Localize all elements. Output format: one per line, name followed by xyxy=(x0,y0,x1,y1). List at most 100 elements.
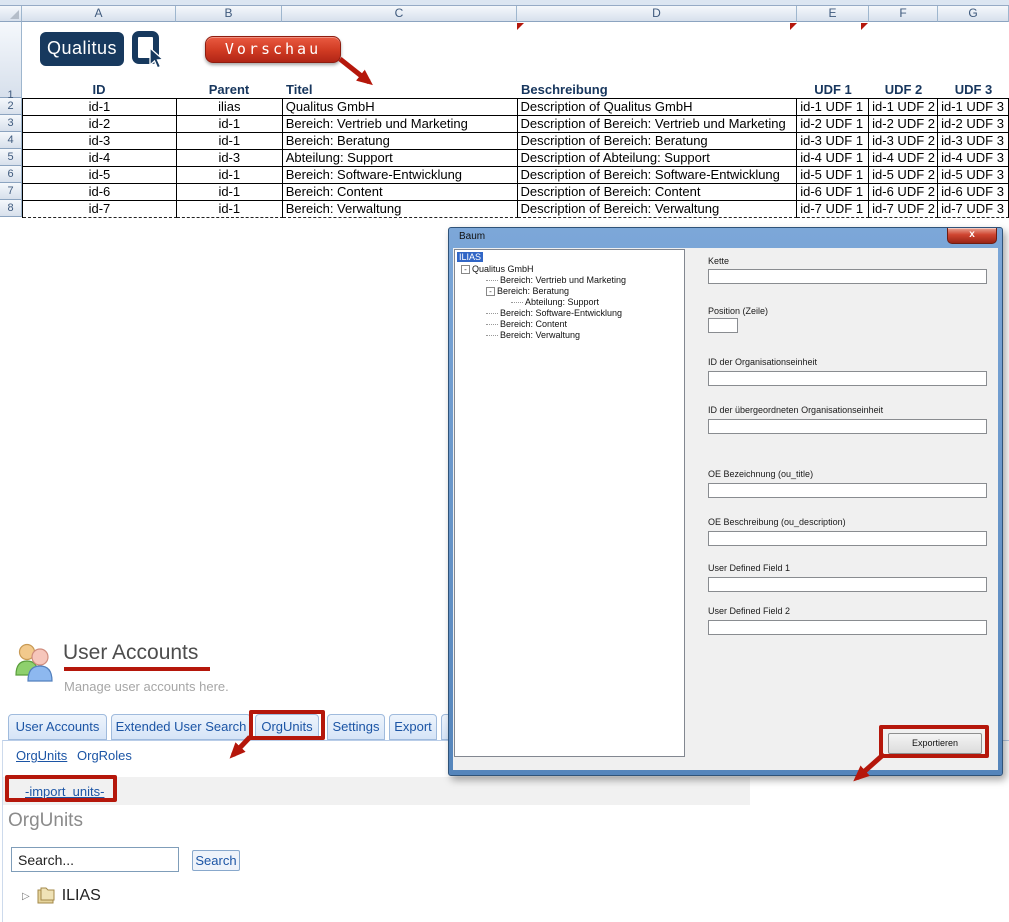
field-input[interactable] xyxy=(708,620,987,635)
table-cell[interactable]: id-7 UDF 3 xyxy=(938,201,1009,218)
table-cell[interactable]: id-2 UDF 1 xyxy=(797,116,869,133)
row-header-3[interactable]: 3 xyxy=(0,115,22,132)
row-header-7[interactable]: 7 xyxy=(0,183,22,200)
org-tree-node[interactable]: -Bereich: Beratung xyxy=(455,286,684,297)
table-cell[interactable]: id-4 UDF 3 xyxy=(938,150,1009,167)
import-units-link[interactable]: -import_units- xyxy=(25,784,104,799)
org-tree-node[interactable]: -Qualitus GmbH xyxy=(455,264,684,275)
table-cell[interactable]: id-3 UDF 1 xyxy=(797,133,869,150)
tab-user-accounts[interactable]: User Accounts xyxy=(8,714,107,740)
column-header-E[interactable]: E xyxy=(797,6,869,22)
select-all-corner[interactable] xyxy=(0,6,22,22)
vorschau-button[interactable]: Vorschau xyxy=(205,36,341,63)
table-cell[interactable]: Bereich: Verwaltung xyxy=(283,201,518,218)
table-cell[interactable]: Description of Bereich: Verwaltung xyxy=(518,201,798,218)
table-cell[interactable]: id-4 xyxy=(23,150,177,167)
table-cell[interactable]: id-5 UDF 3 xyxy=(938,167,1009,184)
table-cell[interactable]: id-1 xyxy=(177,184,283,201)
table-cell[interactable]: id-1 UDF 2 xyxy=(869,99,938,116)
table-cell[interactable]: id-2 xyxy=(23,116,177,133)
table-cell[interactable]: Description of Qualitus GmbH xyxy=(518,99,798,116)
table-cell[interactable]: id-5 UDF 2 xyxy=(869,167,938,184)
column-header-G[interactable]: G xyxy=(938,6,1009,22)
org-tree-node[interactable]: Bereich: Vertrieb und Marketing xyxy=(455,275,684,286)
search-button[interactable]: Search xyxy=(192,850,240,871)
column-header-A[interactable]: A xyxy=(22,6,176,22)
comment-marker-icon xyxy=(790,23,797,30)
org-tree-node[interactable]: Bereich: Content xyxy=(455,319,684,330)
table-cell[interactable]: id-3 UDF 2 xyxy=(869,133,938,150)
tree-expander-icon[interactable]: - xyxy=(461,265,470,274)
table-cell[interactable]: id-2 UDF 2 xyxy=(869,116,938,133)
table-cell[interactable]: id-1 xyxy=(177,133,283,150)
field-input[interactable] xyxy=(708,419,987,434)
table-cell[interactable]: Bereich: Vertrieb und Marketing xyxy=(283,116,518,133)
table-cell[interactable]: ilias xyxy=(177,99,283,116)
search-input[interactable] xyxy=(11,847,179,872)
table-cell[interactable]: Description of Bereich: Vertrieb und Mar… xyxy=(518,116,798,133)
column-header-B[interactable]: B xyxy=(176,6,282,22)
table-cell[interactable]: id-5 xyxy=(23,167,177,184)
table-cell[interactable]: Qualitus GmbH xyxy=(283,99,518,116)
table-cell[interactable]: id-6 UDF 2 xyxy=(869,184,938,201)
table-cell[interactable]: id-2 UDF 3 xyxy=(938,116,1009,133)
row-header-4[interactable]: 4 xyxy=(0,132,22,149)
table-cell[interactable]: id-7 UDF 1 xyxy=(797,201,869,218)
table-cell[interactable]: id-7 UDF 2 xyxy=(869,201,938,218)
table-cell[interactable]: Bereich: Beratung xyxy=(283,133,518,150)
row-header-8[interactable]: 8 xyxy=(0,200,22,217)
table-cell[interactable]: id-6 UDF 3 xyxy=(938,184,1009,201)
tree-expander-icon[interactable]: - xyxy=(486,287,495,296)
field-input[interactable] xyxy=(708,371,987,386)
org-tree-node[interactable]: Abteilung: Support xyxy=(455,297,684,308)
org-tree-node[interactable]: Bereich: Software-Entwicklung xyxy=(455,308,684,319)
tree-expander-icon[interactable]: ▷ xyxy=(22,891,30,902)
field-input[interactable] xyxy=(708,318,738,333)
table-cell[interactable]: id-6 xyxy=(23,184,177,201)
table-cell[interactable]: id-1 xyxy=(177,116,283,133)
field-input[interactable] xyxy=(708,483,987,498)
table-cell[interactable]: id-3 xyxy=(23,133,177,150)
row-header-1[interactable]: 1 xyxy=(0,22,22,98)
row-header-2[interactable]: 2 xyxy=(0,98,22,115)
tab-extended-user-search[interactable]: Extended User Search xyxy=(111,714,251,740)
tree-item-ilias[interactable]: ▷ ILIAS xyxy=(22,885,101,907)
table-cell[interactable]: id-1 UDF 1 xyxy=(797,99,869,116)
table-cell[interactable]: Description of Bereich: Beratung xyxy=(518,133,798,150)
table-cell[interactable]: Abteilung: Support xyxy=(283,150,518,167)
tab-settings[interactable]: Settings xyxy=(327,714,385,740)
table-cell[interactable]: id-3 xyxy=(177,150,283,167)
column-header-D[interactable]: D xyxy=(517,6,797,22)
table-row: id-6id-1Bereich: ContentDescription of B… xyxy=(23,184,1009,201)
table-cell[interactable]: id-1 xyxy=(177,167,283,184)
table-cell[interactable]: Description of Bereich: Software-Entwick… xyxy=(518,167,798,184)
table-cell[interactable]: id-6 UDF 1 xyxy=(797,184,869,201)
subnav-link-orgroles[interactable]: OrgRoles xyxy=(77,748,132,763)
table-cell[interactable]: id-1 xyxy=(177,201,283,218)
table-cell[interactable]: id-1 xyxy=(23,99,177,116)
table-cell[interactable]: id-4 UDF 2 xyxy=(869,150,938,167)
field-input[interactable] xyxy=(708,531,987,546)
field-input[interactable] xyxy=(708,577,987,592)
table-cell[interactable]: Description of Bereich: Content xyxy=(518,184,798,201)
exportieren-button[interactable]: Exportieren xyxy=(888,733,982,754)
tab-orgunits[interactable]: OrgUnits xyxy=(255,714,319,740)
column-header-F[interactable]: F xyxy=(869,6,938,22)
close-icon[interactable]: x xyxy=(947,228,997,244)
table-cell[interactable]: Description of Abteilung: Support xyxy=(518,150,798,167)
table-cell[interactable]: id-5 UDF 1 xyxy=(797,167,869,184)
table-cell[interactable]: Bereich: Software-Entwicklung xyxy=(283,167,518,184)
table-cell[interactable]: id-7 xyxy=(23,201,177,218)
tree-root-ilias[interactable]: ILIAS xyxy=(457,252,483,262)
table-cell[interactable]: id-3 UDF 3 xyxy=(938,133,1009,150)
org-tree-node[interactable]: Bereich: Verwaltung xyxy=(455,330,684,341)
column-header-C[interactable]: C xyxy=(282,6,517,22)
field-input[interactable] xyxy=(708,269,987,284)
row-header-6[interactable]: 6 xyxy=(0,166,22,183)
table-cell[interactable]: Bereich: Content xyxy=(283,184,518,201)
table-cell[interactable]: id-1 UDF 3 xyxy=(938,99,1009,116)
table-cell[interactable]: id-4 UDF 1 xyxy=(797,150,869,167)
row-header-5[interactable]: 5 xyxy=(0,149,22,166)
subnav-link-orgunits[interactable]: OrgUnits xyxy=(16,748,67,763)
tab-export[interactable]: Export xyxy=(389,714,437,740)
